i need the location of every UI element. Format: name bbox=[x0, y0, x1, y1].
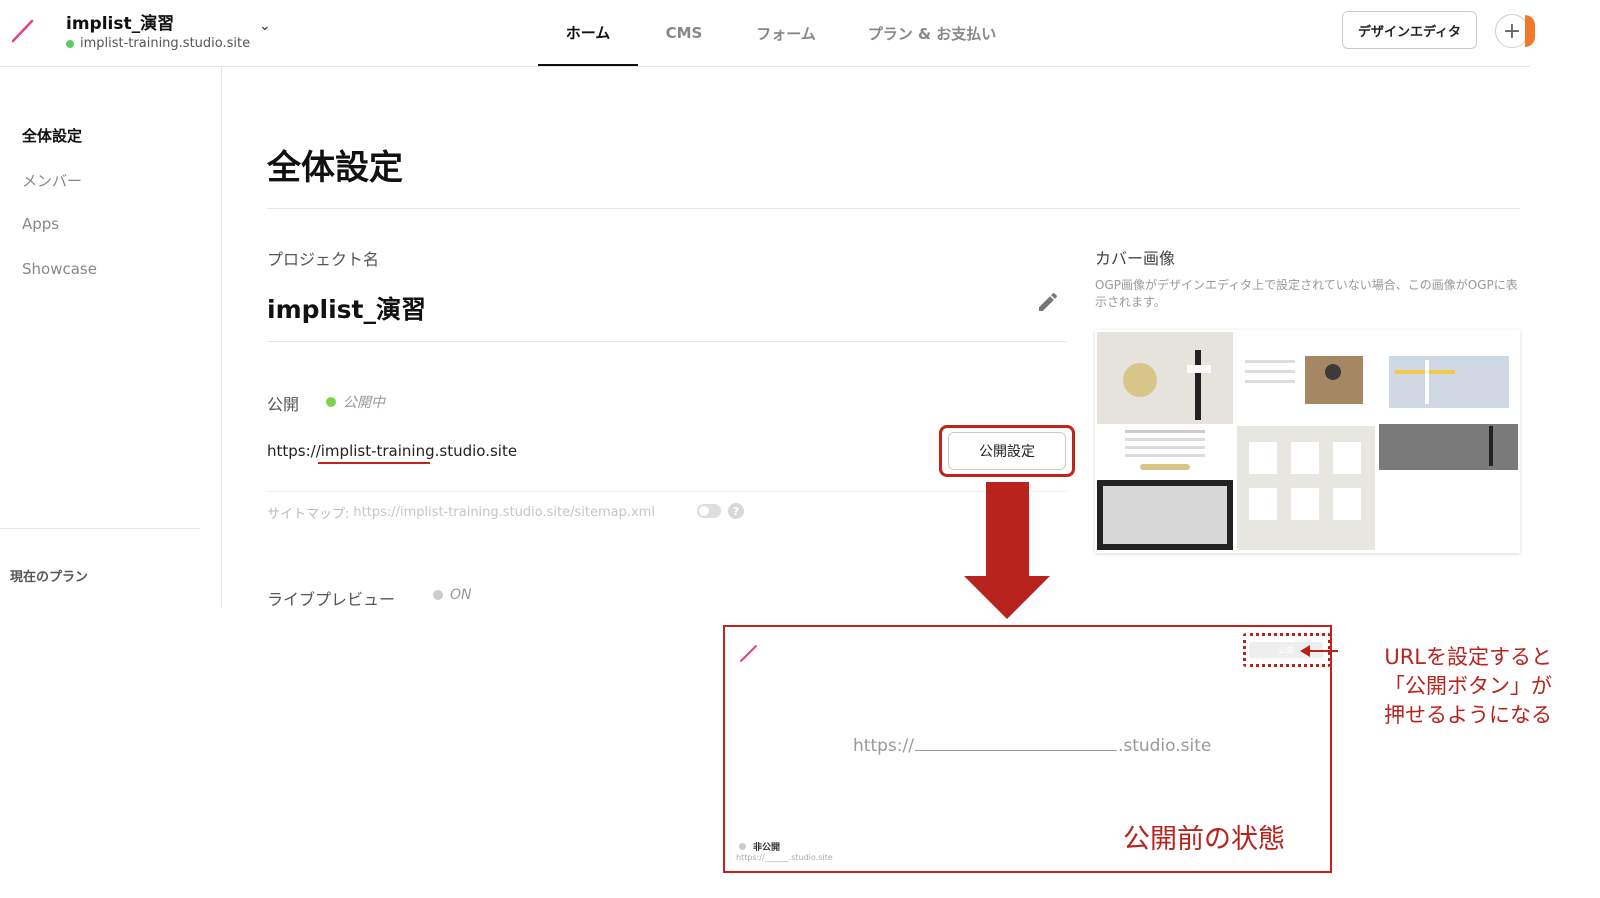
down-arrow-shaft bbox=[986, 482, 1029, 577]
studio-logo-icon[interactable] bbox=[10, 18, 36, 44]
preview-status: 非公開 bbox=[739, 840, 780, 853]
preview-status-text: 非公開 bbox=[753, 843, 781, 853]
live-preview-status: ON bbox=[433, 587, 472, 603]
status-dot-icon bbox=[739, 843, 746, 850]
divider bbox=[267, 491, 1067, 492]
status-dot-icon bbox=[326, 397, 336, 407]
help-icon[interactable]: ? bbox=[728, 503, 744, 519]
chevron-down-icon[interactable]: ⌄ bbox=[259, 18, 271, 34]
main-nav: ホーム CMS フォーム プラン & お支払い bbox=[538, 0, 1022, 67]
annotation-note-line: URLを設定すると bbox=[1384, 645, 1552, 669]
cover-image-label: カバー画像 bbox=[1095, 249, 1176, 268]
page-title: 全体設定 bbox=[267, 148, 403, 188]
sitemap-row: サイトマップ: https://implist-training.studio.… bbox=[267, 503, 655, 522]
sitemap-toggle[interactable] bbox=[697, 504, 721, 518]
sidebar-item-general[interactable]: 全体設定 bbox=[22, 125, 82, 146]
live-preview-label: ライブプレビュー bbox=[267, 590, 396, 609]
site-url[interactable]: https://implist-training.studio.site bbox=[267, 442, 517, 460]
cover-image-note: OGP画像がデザインエディタ上で設定されていない場合、この画像がOGPに表示され… bbox=[1095, 278, 1518, 309]
sitemap-label: サイトマップ: bbox=[267, 507, 350, 522]
publish-settings-button[interactable]: 公開設定 bbox=[948, 432, 1066, 470]
left-arrow-icon bbox=[1300, 645, 1310, 657]
cover-image-thumbnail bbox=[1095, 330, 1520, 553]
annotation-note-line: 「公開ボタン」が bbox=[1384, 674, 1552, 698]
unpublished-preview: 公開 https:// .studio.site 公開前の状態 非公開 http… bbox=[723, 625, 1332, 873]
publish-status-text: 公開中 bbox=[343, 395, 385, 411]
sidebar: 全体設定 メンバー Apps Showcase 現在のプラン bbox=[0, 67, 222, 607]
annotation-note: URLを設定すると 「公開ボタン」が 押せるようになる bbox=[1352, 643, 1552, 730]
status-dot-icon bbox=[66, 39, 74, 48]
sidebar-item-members[interactable]: メンバー bbox=[22, 170, 82, 191]
project-title[interactable]: implist_演習 bbox=[66, 9, 174, 34]
pencil-icon[interactable] bbox=[1036, 290, 1060, 314]
preview-url-field: https:// .studio.site bbox=[853, 733, 1211, 756]
project-url: implist-training.studio.site bbox=[66, 36, 250, 51]
tab-home[interactable]: ホーム bbox=[538, 0, 638, 66]
cover-image[interactable] bbox=[1095, 330, 1520, 553]
current-plan-label: 現在のプラン bbox=[10, 570, 89, 585]
preview-url-prefix: https:// bbox=[853, 736, 914, 756]
sidebar-divider bbox=[0, 528, 200, 529]
publish-status: 公開中 bbox=[326, 392, 385, 412]
studio-logo-icon bbox=[740, 645, 757, 662]
top-header: implist_演習 implist-training.studio.site … bbox=[0, 0, 1535, 67]
tab-forms[interactable]: フォーム bbox=[730, 0, 842, 66]
divider bbox=[267, 341, 1067, 342]
preview-url-suffix: .studio.site bbox=[1117, 736, 1212, 756]
live-preview-status-text: ON bbox=[450, 587, 472, 603]
divider bbox=[267, 208, 1520, 209]
project-name: implist_演習 bbox=[267, 295, 426, 324]
sidebar-item-apps[interactable]: Apps bbox=[22, 215, 59, 233]
tab-cms[interactable]: CMS bbox=[638, 0, 730, 66]
url-highlight-underline bbox=[318, 462, 430, 464]
avatar[interactable] bbox=[1525, 15, 1535, 47]
design-editor-button[interactable]: デザインエディタ bbox=[1342, 11, 1477, 49]
annotation-note-line: 押せるようになる bbox=[1384, 703, 1552, 727]
sitemap-url[interactable]: https://implist-training.studio.site/sit… bbox=[353, 505, 655, 520]
preview-caption: 公開前の状態 bbox=[1123, 824, 1285, 855]
sidebar-item-showcase[interactable]: Showcase bbox=[22, 260, 97, 278]
down-arrow-icon bbox=[964, 576, 1050, 619]
project-url-text: implist-training.studio.site bbox=[80, 36, 251, 51]
plus-icon[interactable]: + bbox=[1495, 14, 1529, 48]
tab-plan-billing[interactable]: プラン & お支払い bbox=[842, 0, 1022, 66]
status-dot-icon bbox=[433, 590, 443, 600]
preview-url-blank bbox=[914, 733, 1117, 751]
publish-label: 公開 bbox=[267, 395, 300, 414]
preview-small-url: https://______.studio.site bbox=[736, 853, 833, 862]
project-name-label: プロジェクト名 bbox=[267, 250, 380, 269]
